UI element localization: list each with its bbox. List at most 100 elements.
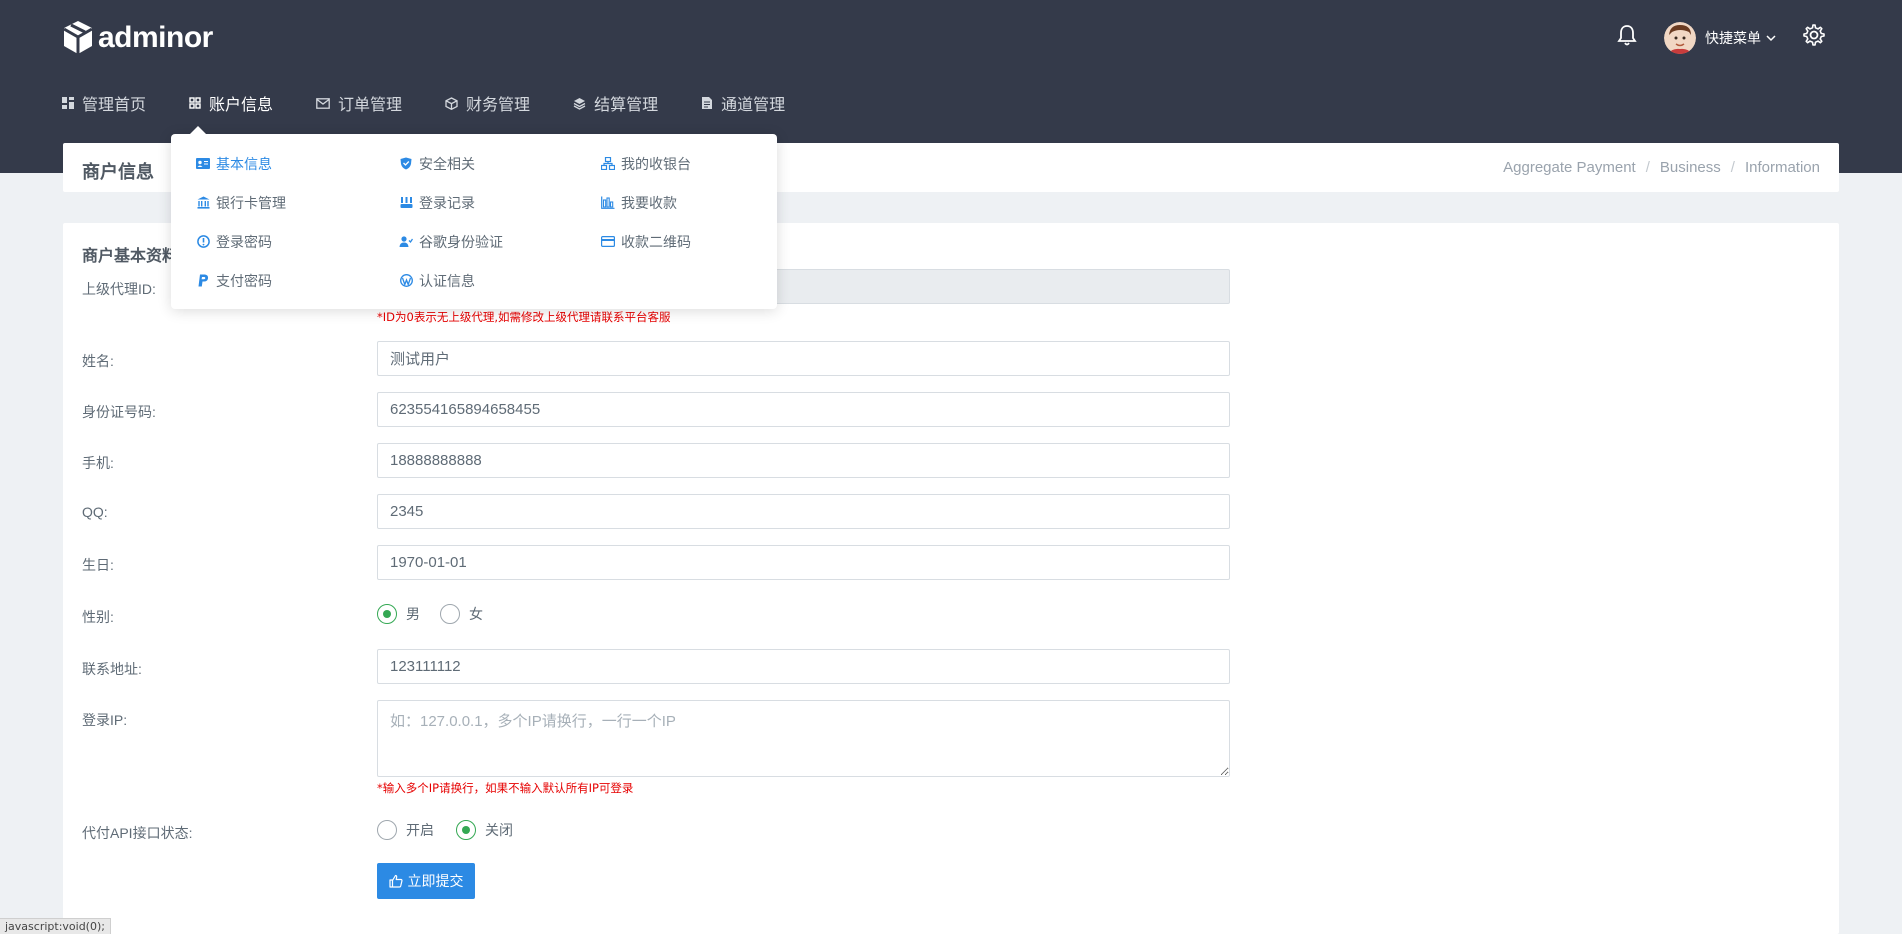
gear-icon[interactable]	[1803, 24, 1825, 49]
info-circle-icon	[196, 235, 210, 248]
dropdown-column: 基本信息 银行卡管理 登录密码 支付密码	[196, 144, 286, 300]
nav-label: 结算管理	[594, 97, 659, 114]
gender-label: 性别:	[82, 609, 114, 625]
shield-icon	[399, 157, 413, 170]
menu-label: 登录记录	[419, 194, 475, 211]
breadcrumb-item[interactable]: Aggregate Payment	[1503, 159, 1636, 176]
name-field[interactable]	[377, 341, 1230, 376]
nav-item-orders[interactable]: 订单管理	[316, 91, 402, 115]
radio-label: 开启	[406, 822, 434, 838]
phone-field[interactable]	[377, 443, 1230, 478]
nav-label: 通道管理	[721, 97, 786, 114]
nav-item-dashboard[interactable]: 管理首页	[62, 91, 146, 115]
idcard-label: 身份证号码:	[82, 404, 156, 420]
chart-icon	[601, 196, 615, 209]
gender-male-radio[interactable]: 男	[377, 604, 420, 624]
nav-item-settlement[interactable]: 结算管理	[573, 91, 658, 115]
paypal-icon	[196, 274, 210, 287]
cube-logo-icon	[63, 21, 93, 54]
login-ip-label: 登录IP:	[82, 712, 128, 728]
breadcrumb: Aggregate Payment / Business / Informati…	[1503, 159, 1820, 176]
bell-icon[interactable]	[1617, 24, 1637, 49]
submit-button[interactable]: 立即提交	[377, 863, 475, 899]
menu-item-verification[interactable]: 认证信息	[399, 261, 503, 300]
account-icon	[189, 97, 201, 109]
menu-item-google-auth[interactable]: 谷歌身份验证	[399, 222, 503, 261]
breadcrumb-separator: /	[1645, 159, 1650, 176]
menu-item-pay-password[interactable]: 支付密码	[196, 261, 286, 300]
wordpress-icon	[399, 274, 413, 287]
api-status-label: 代付API接口状态:	[82, 825, 193, 841]
nav-item-finance[interactable]: 财务管理	[445, 91, 530, 115]
qq-label: QQ:	[82, 504, 108, 520]
api-status-on-radio[interactable]: 开启	[377, 820, 434, 840]
credit-card-icon	[601, 236, 615, 247]
gender-female-radio[interactable]: 女	[440, 604, 483, 624]
menu-label: 安全相关	[419, 155, 475, 172]
menu-label: 登录密码	[216, 233, 272, 250]
mail-icon	[316, 97, 330, 109]
nav-label: 财务管理	[466, 97, 531, 114]
name-label: 姓名:	[82, 353, 114, 369]
chevron-down-icon	[1766, 35, 1776, 42]
api-status-off-radio[interactable]: 关闭	[456, 820, 513, 840]
radio-label: 关闭	[485, 822, 513, 838]
breadcrumb-item[interactable]: Business	[1660, 159, 1721, 176]
radio-circle	[440, 604, 460, 624]
nav-item-channel[interactable]: 通道管理	[701, 91, 785, 115]
qq-field[interactable]	[377, 494, 1230, 529]
logo[interactable]: adminor	[62, 18, 213, 58]
menu-item-qr-code[interactable]: 收款二维码	[601, 222, 691, 261]
menu-label: 我要收款	[621, 194, 677, 211]
cube-icon	[445, 96, 458, 110]
records-icon	[399, 196, 413, 209]
phone-label: 手机:	[82, 455, 114, 471]
menu-label: 谷歌身份验证	[419, 233, 503, 250]
menu-item-basic-info[interactable]: 基本信息	[196, 144, 286, 183]
thumbs-up-icon	[388, 874, 403, 888]
menu-item-bank-card[interactable]: 银行卡管理	[196, 183, 286, 222]
menu-label: 银行卡管理	[216, 194, 286, 211]
menu-item-my-cashier[interactable]: 我的收银台	[601, 144, 691, 183]
api-status-radio-group: 开启 关闭	[377, 820, 533, 840]
radio-circle	[377, 604, 397, 624]
menu-label: 支付密码	[216, 272, 272, 289]
menu-item-login-records[interactable]: 登录记录	[399, 183, 503, 222]
radio-circle	[456, 820, 476, 840]
avatar	[1664, 22, 1696, 54]
address-label: 联系地址:	[82, 661, 142, 677]
submit-label: 立即提交	[407, 873, 464, 889]
menu-item-security[interactable]: 安全相关	[399, 144, 503, 183]
bank-icon	[196, 196, 210, 209]
idcard-field[interactable]	[377, 392, 1230, 427]
radio-circle	[377, 820, 397, 840]
menu-label: 收款二维码	[621, 233, 691, 250]
menu-label: 我的收银台	[621, 155, 691, 172]
logo-text: adminor	[98, 21, 213, 54]
layers-icon	[573, 97, 586, 110]
nav-item-account[interactable]: 账户信息	[189, 91, 273, 115]
page-title: 商户信息	[82, 162, 154, 182]
section-title: 商户基本资料	[82, 248, 179, 265]
login-ip-textarea[interactable]	[377, 700, 1230, 777]
user-menu[interactable]: 快捷菜单	[1664, 22, 1776, 54]
login-ip-hint: *输入多个IP请换行，如果不输入默认所有IP可登录	[377, 781, 634, 795]
breadcrumb-separator: /	[1730, 159, 1735, 176]
radio-label: 女	[469, 606, 483, 622]
dashboard-icon	[62, 97, 74, 109]
dropdown-column: 我的收银台 我要收款 收款二维码	[601, 144, 691, 261]
menu-item-login-password[interactable]: 登录密码	[196, 222, 286, 261]
user-check-icon	[399, 235, 413, 248]
sitemap-icon	[601, 157, 615, 170]
quick-menu-label: 快捷菜单	[1705, 30, 1761, 46]
menu-label: 认证信息	[419, 272, 475, 289]
nav-label: 账户信息	[209, 97, 274, 114]
address-field[interactable]	[377, 649, 1230, 684]
menu-item-receive-payment[interactable]: 我要收款	[601, 183, 691, 222]
parent-id-label: 上级代理ID:	[82, 281, 156, 297]
document-icon	[701, 96, 713, 110]
main-nav: 管理首页 账户信息 订单管理 财务管理 结算管理 通道管理	[62, 90, 828, 116]
birthday-field[interactable]	[377, 545, 1230, 580]
status-bar: javascript:void(0);	[0, 918, 111, 934]
id-card-icon	[196, 158, 210, 169]
